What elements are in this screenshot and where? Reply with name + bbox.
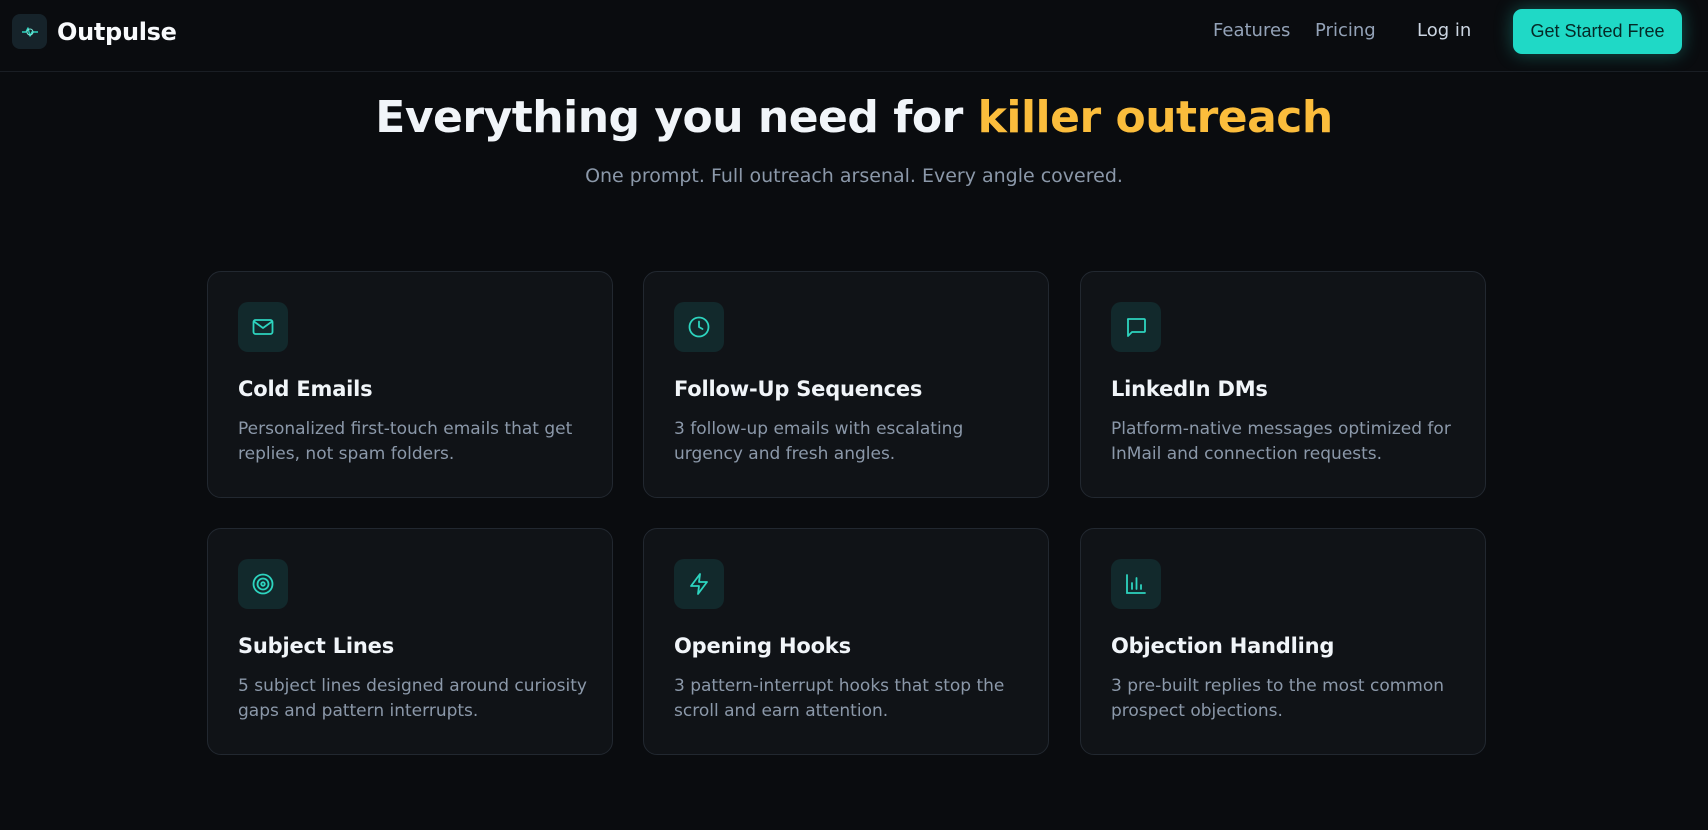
feature-title: Subject Lines bbox=[238, 634, 395, 658]
feature-card-objection-handling: Objection Handling 3 pre-built replies t… bbox=[1080, 528, 1486, 755]
brand[interactable]: Outpulse bbox=[12, 14, 177, 49]
nav-link-pricing[interactable]: Pricing bbox=[1315, 20, 1376, 41]
feature-title: Follow-Up Sequences bbox=[674, 377, 923, 401]
hero-subtitle: One prompt. Full outreach arsenal. Every… bbox=[585, 165, 1123, 187]
feature-description: 3 follow-up emails with escalating urgen… bbox=[674, 419, 964, 464]
target-icon bbox=[238, 559, 288, 609]
feature-title: LinkedIn DMs bbox=[1111, 377, 1268, 401]
mail-icon bbox=[238, 302, 288, 352]
message-icon bbox=[1111, 302, 1161, 352]
lightning-icon bbox=[674, 559, 724, 609]
feature-card-follow-up-sequences: Follow-Up Sequences 3 follow-up emails w… bbox=[643, 271, 1049, 498]
feature-title: Opening Hooks bbox=[674, 634, 851, 658]
feature-title: Objection Handling bbox=[1111, 634, 1335, 658]
feature-description: 5 subject lines designed around curiosit… bbox=[238, 676, 587, 721]
feature-card-subject-lines: Subject Lines 5 subject lines designed a… bbox=[207, 528, 613, 755]
feature-description: 3 pattern-interrupt hooks that stop the … bbox=[674, 676, 1005, 721]
feature-description: Platform-native messages optimized for I… bbox=[1111, 419, 1451, 464]
nav-link-features[interactable]: Features bbox=[1213, 20, 1290, 41]
top-navbar: Outpulse Features Pricing Log in Get Sta… bbox=[0, 0, 1708, 72]
hero-section: Everything you need for killer outreach … bbox=[0, 92, 1708, 187]
brand-name: Outpulse bbox=[57, 17, 177, 46]
login-link[interactable]: Log in bbox=[1417, 20, 1471, 41]
feature-card-linkedin-dms: LinkedIn DMs Platform-native messages op… bbox=[1080, 271, 1486, 498]
feature-description: 3 pre-built replies to the most common p… bbox=[1111, 676, 1445, 721]
bar-chart-icon bbox=[1111, 559, 1161, 609]
get-started-button[interactable]: Get Started Free bbox=[1513, 9, 1682, 54]
hero-title-accent: killer outreach bbox=[977, 92, 1334, 143]
feature-title: Cold Emails bbox=[238, 377, 373, 401]
feature-card-cold-emails: Cold Emails Personalized first-touch ema… bbox=[207, 271, 613, 498]
clock-icon bbox=[674, 302, 724, 352]
feature-description: Personalized first-touch emails that get… bbox=[238, 419, 573, 464]
hero-title-main: Everything you need for bbox=[375, 92, 978, 143]
hero-title: Everything you need for killer outreach bbox=[0, 92, 1708, 143]
pulse-icon bbox=[12, 14, 47, 49]
feature-card-opening-hooks: Opening Hooks 3 pattern-interrupt hooks … bbox=[643, 528, 1049, 755]
